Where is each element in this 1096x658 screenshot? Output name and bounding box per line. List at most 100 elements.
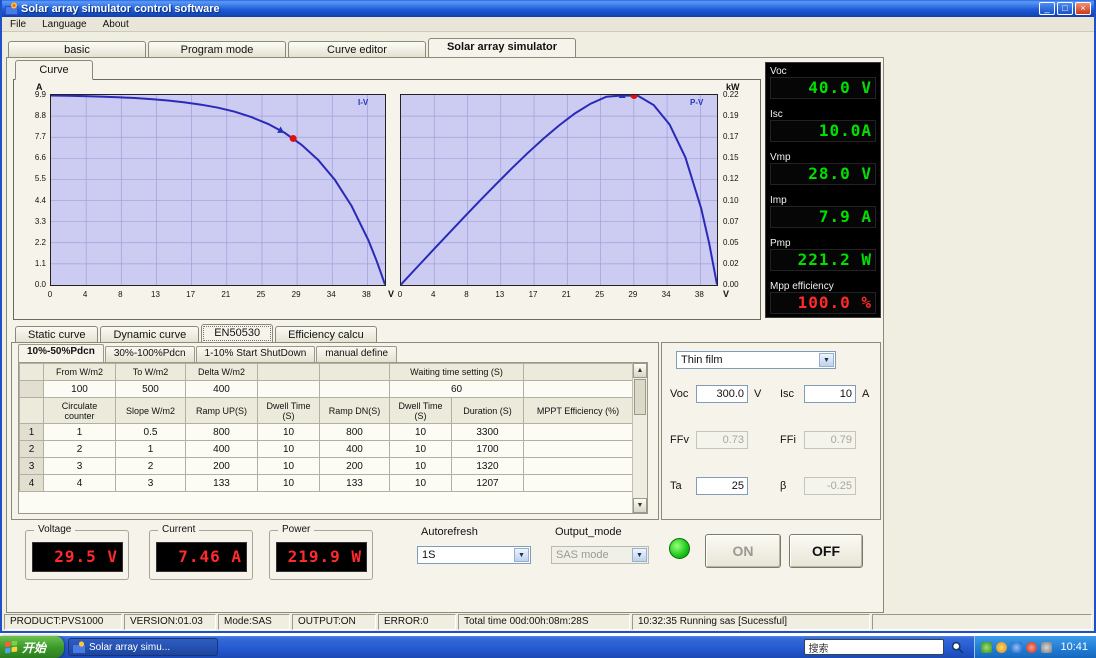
ta-param-input[interactable] — [696, 477, 748, 495]
current-label: Current — [158, 524, 200, 535]
imp-label: Imp — [770, 195, 787, 206]
chevron-down-icon[interactable]: ▼ — [819, 353, 834, 367]
col-ramp-dn: Ramp DN(S) — [319, 397, 390, 424]
voltage-label: Voltage — [34, 524, 76, 535]
vmp-readout: Vmp 28.0 V — [770, 152, 876, 185]
pv-plot-area — [400, 91, 718, 286]
voc-param-label: Voc — [670, 388, 689, 400]
antivirus-icon[interactable] — [981, 641, 993, 653]
maximize-button[interactable]: □ — [1057, 2, 1073, 15]
status-product: PRODUCT:PVS1000 — [4, 614, 122, 630]
status-total-time: Total time 00d:00h:08m:28S — [458, 614, 630, 630]
en50530-tabstrip: 10%-50%Pdcn 30%-100%Pdcn 1-10% Start Shu… — [18, 344, 398, 362]
on-button[interactable]: ON — [705, 534, 781, 568]
col-circulate-counter: Circulate counter — [43, 397, 116, 424]
tab-10-50-pdcn[interactable]: 10%-50%Pdcn — [18, 344, 104, 362]
col-slope: Slope W/m2 — [115, 397, 186, 424]
iv-chart: A 9.9 8.8 7.7 6.6 5.5 4.4 3.3 2.2 1.1 0.0 I-V 048… — [24, 82, 394, 314]
tab-30-100-pdcn[interactable]: 30%-100%Pdcn — [104, 346, 195, 362]
autorefresh-select[interactable]: 1S ▼ — [417, 546, 531, 564]
to-value[interactable]: 500 — [115, 380, 186, 398]
pmp-value: 221.2 W — [770, 249, 876, 271]
tab-efficiency-calcu[interactable]: Efficiency calcu — [275, 326, 377, 343]
mpp-efficiency-label: Mpp efficiency — [770, 281, 834, 292]
taskbar-clock[interactable]: 10:41 — [1060, 641, 1088, 653]
chevron-down-icon[interactable]: ▼ — [514, 548, 529, 562]
window-title: Solar array simulator control software — [21, 2, 220, 15]
start-button[interactable]: 开始 — [0, 636, 64, 658]
curve-panel: A 9.9 8.8 7.7 6.6 5.5 4.4 3.3 2.2 1.1 0.0 I-V 048… — [13, 79, 761, 320]
en50530-panel: 10%-50%Pdcn 30%-100%Pdcn 1-10% Start Shu… — [11, 342, 659, 520]
menu-about[interactable]: About — [95, 18, 137, 31]
col-dwell-1: Dwell Time (S) — [257, 397, 320, 424]
taskbar-task-button[interactable]: Solar array simu... — [68, 638, 218, 656]
current-group: Current 7.46 A — [149, 524, 253, 580]
isc-param-input[interactable] — [804, 385, 856, 403]
table-row: 3 3 2 200 10 200 10 1320 — [19, 457, 634, 475]
col-delta: Delta W/m2 — [185, 363, 258, 381]
voc-value: 40.0 V — [770, 77, 876, 99]
menu-file[interactable]: File — [2, 18, 34, 31]
menu-language[interactable]: Language — [34, 18, 95, 31]
tab-curve[interactable]: Curve — [15, 60, 93, 80]
task-app-icon — [73, 641, 85, 653]
main-tabstrip: basic Program mode Curve editor Solar ar… — [8, 38, 578, 58]
tab-basic[interactable]: basic — [8, 41, 146, 58]
network-icon[interactable] — [1011, 641, 1023, 653]
power-group: Power 219.9 W — [269, 524, 373, 580]
delta-value[interactable]: 400 — [185, 380, 258, 398]
status-bar: PRODUCT:PVS1000 VERSION:01.03 Mode:SAS O… — [2, 613, 1094, 631]
col-from: From W/m2 — [43, 363, 116, 381]
tab-program-mode[interactable]: Program mode — [148, 41, 286, 58]
app-window: Solar array simulator control software _… — [0, 0, 1096, 633]
en50530-table: From W/m2 To W/m2 Delta W/m2 Waiting tim… — [18, 362, 648, 514]
isc-param-unit: A — [862, 388, 870, 400]
volume-icon[interactable] — [996, 641, 1008, 653]
tab-solar-array-simulator[interactable]: Solar array simulator — [428, 38, 576, 58]
ffv-param-label: FFv — [670, 434, 689, 446]
off-button[interactable]: OFF — [789, 534, 863, 568]
vmp-value: 28.0 V — [770, 163, 876, 185]
mpp-efficiency-readout: Mpp efficiency 100.0 % — [770, 281, 876, 314]
mpp-led-panel: Voc 40.0 V Isc 10.0A Vmp 28.0 V Imp 7.9 … — [765, 62, 881, 318]
ffi-param-label: FFi — [780, 434, 796, 446]
waiting-time-value[interactable]: 60 — [388, 380, 525, 398]
tab-start-shutdown[interactable]: 1-10% Start ShutDown — [195, 346, 316, 362]
scroll-thumb[interactable] — [634, 379, 646, 415]
status-mode: Mode:SAS — [218, 614, 290, 630]
voc-label: Voc — [770, 66, 787, 77]
title-bar[interactable]: Solar array simulator control software _… — [2, 0, 1094, 17]
scroll-up-icon[interactable]: ▲ — [633, 363, 647, 378]
isc-param-label: Isc — [780, 388, 795, 400]
imp-readout: Imp 7.9 A — [770, 195, 876, 228]
table-scrollbar[interactable]: ▲ ▼ — [632, 363, 647, 513]
voltage-group: Voltage 29.5 V — [25, 524, 129, 580]
tab-curve-editor[interactable]: Curve editor — [288, 41, 426, 58]
scroll-down-icon[interactable]: ▼ — [633, 498, 647, 513]
current-value: 7.46 A — [156, 542, 247, 572]
tab-static-curve[interactable]: Static curve — [15, 326, 99, 343]
taskbar-search-input[interactable] — [804, 639, 945, 655]
beta-param-input — [804, 477, 856, 495]
table-row: 1 1 0.5 800 10 800 10 3300 — [19, 423, 634, 441]
tab-dynamic-curve[interactable]: Dynamic curve — [100, 326, 200, 343]
en50530-table-head: From W/m2 To W/m2 Delta W/m2 Waiting tim… — [19, 363, 634, 424]
windows-logo-icon — [5, 640, 18, 653]
status-running: 10:32:35 Running sas [Sucessful] — [632, 614, 870, 630]
search-icon[interactable] — [948, 638, 966, 656]
from-value[interactable]: 100 — [43, 380, 116, 398]
mpp-efficiency-value: 100.0 % — [770, 292, 876, 314]
messenger-icon[interactable] — [1041, 641, 1053, 653]
pv-model-panel: Thin film ▼ Voc V Isc A FFv FFi Ta β — [661, 342, 881, 520]
close-button[interactable]: × — [1075, 2, 1091, 15]
pv-model-select[interactable]: Thin film ▼ — [676, 351, 836, 369]
taskbar: 开始 Solar array simu... 10:41 — [0, 636, 1096, 658]
ime-icon[interactable] — [1026, 641, 1038, 653]
en50530-table-body: 1 1 0.5 800 10 800 10 3300 2 2 1 400 10 400 10 1700 3 3 2 2… — [19, 423, 634, 492]
tab-manual-define[interactable]: manual define — [316, 346, 398, 362]
voc-param-input[interactable] — [696, 385, 748, 403]
tab-en50530[interactable]: EN50530 — [201, 324, 274, 343]
minimize-button[interactable]: _ — [1039, 2, 1055, 15]
iv-plot-area — [50, 94, 386, 286]
ffv-param-input — [696, 431, 748, 449]
